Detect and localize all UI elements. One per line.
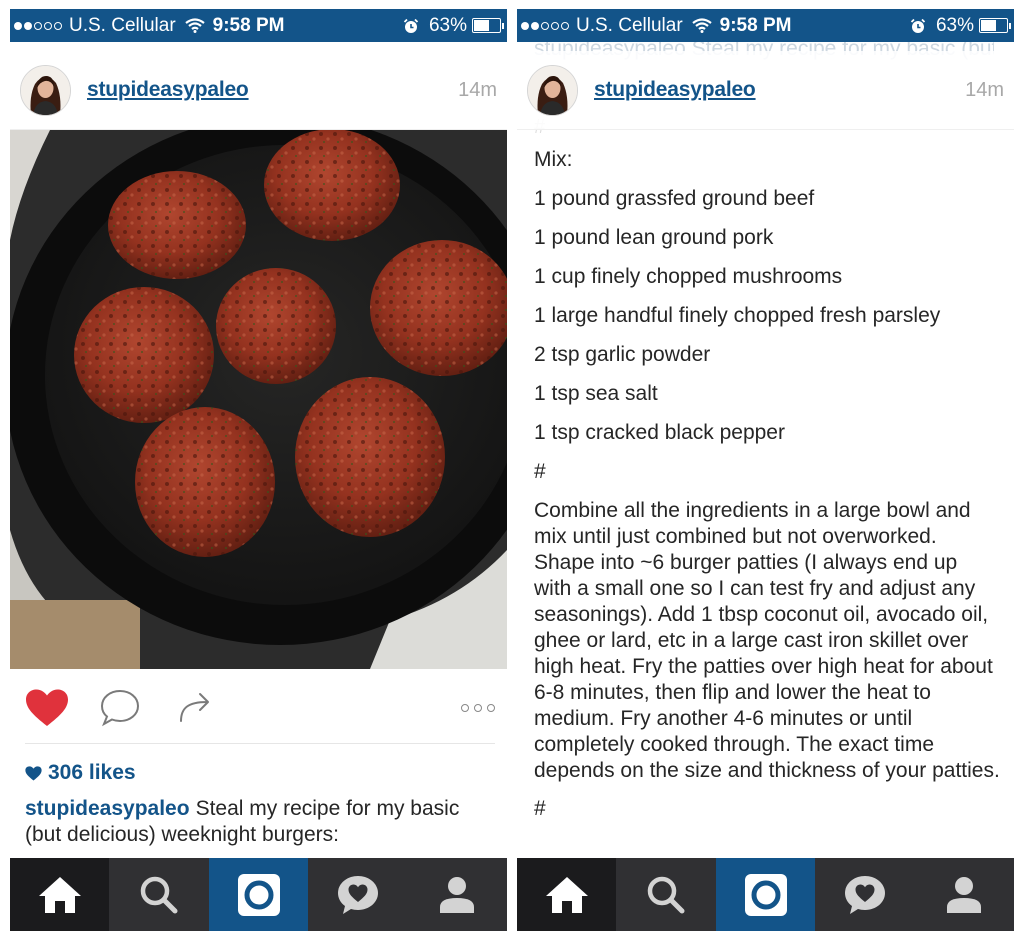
post-header: stupideasypaleo 14m bbox=[10, 51, 507, 130]
carrier-name: U.S. Cellular bbox=[576, 14, 683, 36]
avatar[interactable] bbox=[527, 64, 578, 116]
wifi-icon bbox=[184, 18, 205, 33]
post-username[interactable]: stupideasypaleo bbox=[594, 78, 756, 102]
caption-username[interactable]: stupideasypaleo bbox=[25, 797, 190, 820]
mix-heading: Mix: bbox=[534, 148, 573, 171]
ingredient: 1 tsp cracked black pepper bbox=[534, 421, 785, 444]
signal-icon bbox=[14, 21, 64, 30]
profile-icon bbox=[440, 876, 475, 913]
like-heart-icon[interactable] bbox=[25, 689, 69, 732]
avatar[interactable] bbox=[20, 64, 71, 116]
status-bar: U.S. Cellular 9:58 PM 63% bbox=[517, 9, 1014, 42]
tab-home[interactable] bbox=[517, 858, 617, 931]
post-actions bbox=[10, 685, 507, 731]
ingredient: 1 tsp sea salt bbox=[534, 382, 658, 405]
tab-activity[interactable] bbox=[815, 858, 914, 931]
battery-icon bbox=[472, 18, 501, 33]
post-photo[interactable] bbox=[10, 130, 507, 669]
divider bbox=[25, 743, 495, 744]
tab-search[interactable] bbox=[616, 858, 715, 931]
tab-camera[interactable] bbox=[208, 858, 309, 931]
battery-fill bbox=[981, 20, 996, 31]
tab-camera[interactable] bbox=[715, 858, 816, 931]
home-icon bbox=[545, 876, 588, 913]
tab-profile[interactable] bbox=[915, 858, 1014, 931]
separator-hash: # bbox=[534, 460, 546, 483]
more-options-icon[interactable] bbox=[456, 704, 495, 712]
activity-icon bbox=[844, 875, 885, 914]
small-heart-icon bbox=[25, 765, 42, 780]
activity-icon bbox=[337, 875, 378, 914]
tab-profile[interactable] bbox=[408, 858, 507, 931]
post-caption: stupideasypaleo Steal my recipe for my ba… bbox=[25, 796, 477, 848]
carrier-name: U.S. Cellular bbox=[69, 14, 176, 36]
tab-search[interactable] bbox=[109, 858, 208, 931]
search-icon bbox=[140, 876, 178, 913]
battery-icon bbox=[979, 18, 1008, 33]
search-icon bbox=[647, 876, 685, 913]
signal-icon bbox=[521, 21, 571, 30]
ingredient: 1 large handful finely chopped fresh par… bbox=[534, 304, 941, 327]
alarm-icon bbox=[910, 18, 926, 34]
post-timestamp: 14m bbox=[965, 78, 1004, 101]
camera-icon bbox=[744, 873, 787, 916]
post-screen: U.S. Cellular 9:58 PM 63% stupideasypale… bbox=[10, 9, 507, 931]
recipe-text: Mix: 1 pound grassfed ground beef 1 poun… bbox=[534, 140, 1000, 822]
ingredient: 1 pound lean ground pork bbox=[534, 226, 774, 249]
camera-icon bbox=[237, 873, 280, 916]
profile-icon bbox=[947, 876, 982, 913]
instructions: Combine all the ingredients in a large b… bbox=[534, 499, 1000, 782]
status-bar: U.S. Cellular 9:58 PM 63% bbox=[10, 9, 507, 42]
tab-home[interactable] bbox=[10, 858, 110, 931]
tab-bar bbox=[517, 858, 1014, 931]
recipe-screen: U.S. Cellular 9:58 PM 63% stupideasypale… bbox=[517, 9, 1014, 931]
ingredient: 1 pound grassfed ground beef bbox=[534, 187, 815, 210]
wifi-icon bbox=[691, 18, 712, 33]
like-count[interactable]: 306 likes bbox=[25, 761, 136, 785]
status-time: 9:58 PM bbox=[212, 14, 285, 36]
ingredient: 1 cup finely chopped mushrooms bbox=[534, 265, 843, 288]
post-timestamp: 14m bbox=[458, 78, 497, 101]
ingredient: 2 tsp garlic powder bbox=[534, 343, 711, 366]
battery-percent: 63% bbox=[935, 14, 974, 36]
like-count-text: 306 likes bbox=[48, 761, 136, 784]
share-icon[interactable] bbox=[178, 691, 212, 728]
separator-hash: # bbox=[534, 797, 546, 820]
post-header: stupideasypaleo 14m bbox=[517, 51, 1014, 130]
alarm-icon bbox=[403, 18, 419, 34]
comment-icon[interactable] bbox=[100, 689, 140, 732]
status-time: 9:58 PM bbox=[719, 14, 792, 36]
post-username[interactable]: stupideasypaleo bbox=[87, 78, 249, 102]
battery-percent: 63% bbox=[428, 14, 467, 36]
battery-fill bbox=[474, 20, 489, 31]
tab-activity[interactable] bbox=[308, 858, 407, 931]
home-icon bbox=[38, 876, 81, 913]
tab-bar bbox=[10, 858, 507, 931]
